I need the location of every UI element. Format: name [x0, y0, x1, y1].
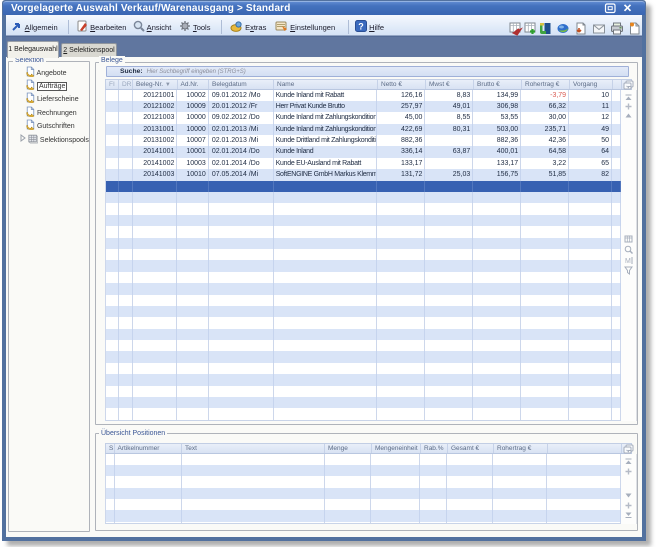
svg-text:?: ?: [358, 22, 364, 32]
svg-text:M: M: [625, 258, 631, 264]
